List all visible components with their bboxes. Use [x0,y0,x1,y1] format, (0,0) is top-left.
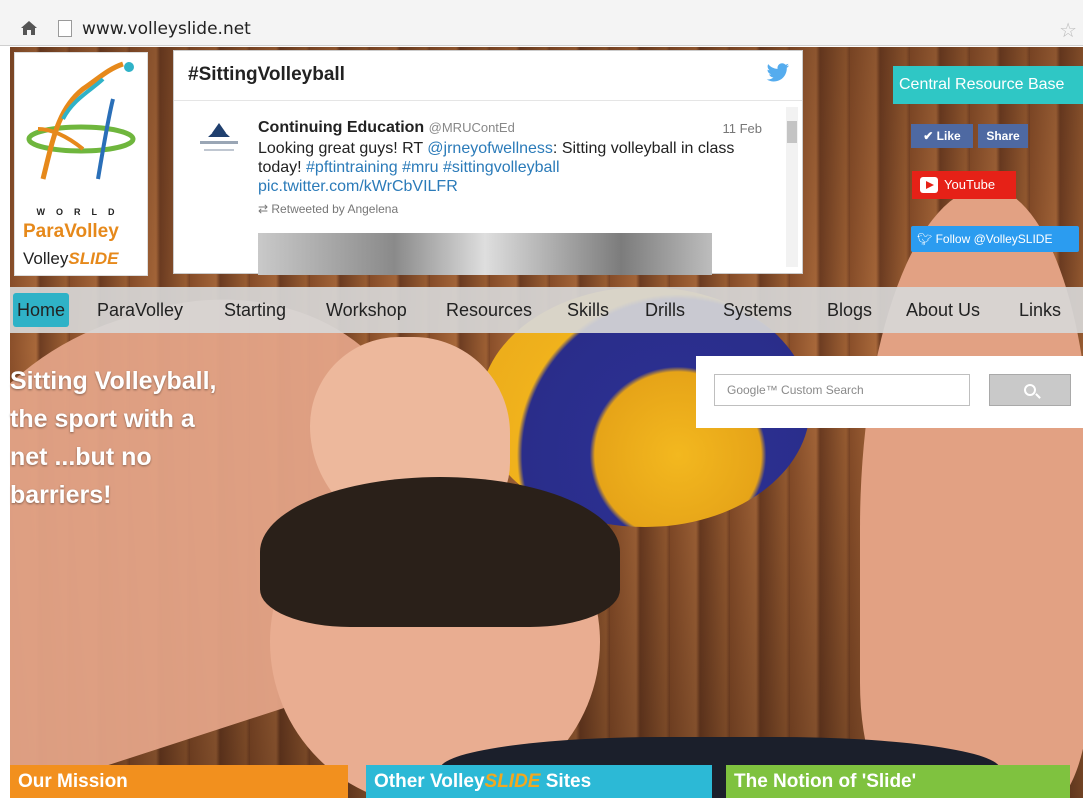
tweet-author-name[interactable]: Continuing Education [258,119,424,136]
search-panel: Google™ Custom Search [696,356,1083,428]
other-sites-prefix: Other Volley [374,771,485,792]
twitter-widget-scroll-thumb[interactable] [787,121,797,143]
tweet-text: Looking great guys! RT @jrneyofwellness:… [258,139,778,196]
retweet-icon: ⇄ [258,202,272,216]
page-icon [58,20,72,37]
nav-item-about-us[interactable]: About Us [902,293,984,327]
tweet-author-avatar[interactable] [192,119,246,163]
twitter-bird-small-icon: 🐦︎ [917,232,936,246]
site-logo[interactable]: WORLD ParaVolley VolleySLIDE [14,52,148,276]
bookmark-star-icon[interactable]: ☆ [1059,18,1077,43]
nav-item-blogs[interactable]: Blogs [823,293,876,327]
nav-item-paravolley[interactable]: ParaVolley [93,293,187,327]
hero-tagline: Sitting Volleyball, the sport with a net… [10,362,300,514]
central-resource-base-button[interactable]: Central Resource Base [893,66,1083,104]
tweet-pic-link[interactable]: pic.twitter.com/kWrCbVILFR [258,178,458,195]
twitter-widget-header: #SittingVolleyball [174,51,802,101]
paravolley-figure-icon [26,61,136,180]
tweet-date[interactable]: 11 Feb [722,121,762,136]
other-sites-slide-word: SLIDE [484,771,541,792]
twitter-bird-icon[interactable] [766,63,790,83]
photo-player-hair [260,477,620,627]
tweet-photo[interactable] [258,233,712,275]
logo-world-text: WORLD [36,207,126,217]
notion-of-slide-tile[interactable]: The Notion of 'Slide' [726,765,1070,798]
logo-volleyslide-text: VolleySLIDE [23,249,118,269]
hero-line: barriers! [10,481,112,509]
main-nav: Home ParaVolley Starting Workshop Resour… [10,287,1083,333]
tweet: Continuing Education @MRUContEd 11 Feb L… [258,119,778,216]
tweet-mention-link[interactable]: @jrneyofwellness [427,140,553,157]
home-icon[interactable] [20,20,38,36]
facebook-like-button[interactable]: ✔ Like [911,124,973,148]
nav-item-starting[interactable]: Starting [220,293,290,327]
tweet-text-part: Looking great guys! RT [258,140,428,157]
hero-line: Sitting Volleyball, [10,367,217,395]
url-field[interactable]: www.volleyslide.net [82,19,251,39]
search-button[interactable] [989,374,1071,406]
search-input[interactable]: Google™ Custom Search [714,374,970,406]
youtube-button[interactable]: YouTube [912,171,1016,199]
our-mission-tile[interactable]: Our Mission [10,765,348,798]
youtube-label: YouTube [944,177,996,192]
other-sites-suffix: Sites [540,771,592,792]
tweet-author-handle[interactable]: @MRUContEd [429,120,515,135]
search-icon [1024,384,1036,396]
youtube-play-icon [920,177,938,193]
nav-item-workshop[interactable]: Workshop [322,293,411,327]
tweet-author-line: Continuing Education @MRUContEd 11 Feb [258,119,778,137]
logo-paravolley-text: ParaVolley [23,221,119,242]
nav-item-systems[interactable]: Systems [719,293,796,327]
hero-line: the sport with a [10,405,195,433]
nav-item-resources[interactable]: Resources [442,293,536,327]
twitter-widget: #SittingVolleyball Continuing Education … [173,50,803,275]
tweet-retweet-info: ⇄ Retweeted by Angelena [258,202,778,216]
browser-address-bar: www.volleyslide.net ☆ [0,0,1083,46]
twitter-follow-button[interactable]: 🐦︎ Follow @VolleySLIDE [911,226,1079,252]
nav-item-skills[interactable]: Skills [563,293,613,327]
tweet-hashtags-link[interactable]: #pftintraining #mru #sittingvolleyball [306,159,559,176]
nav-item-home[interactable]: Home [13,293,70,327]
nav-item-drills[interactable]: Drills [641,293,689,327]
nav-item-links[interactable]: Links [1015,293,1065,327]
twitter-widget-title[interactable]: #SittingVolleyball [188,64,345,86]
logo-slide-word: SLIDE [68,249,119,268]
retweeted-by-text: Retweeted by Angelena [271,202,399,216]
logo-volley-word: Volley [23,249,69,268]
hero-line: net ...but no [10,443,152,471]
other-sites-tile[interactable]: Other VolleySLIDE Sites [366,765,712,798]
facebook-share-button[interactable]: Share [978,124,1028,148]
twitter-follow-label: Follow @VolleySLIDE [935,232,1053,246]
